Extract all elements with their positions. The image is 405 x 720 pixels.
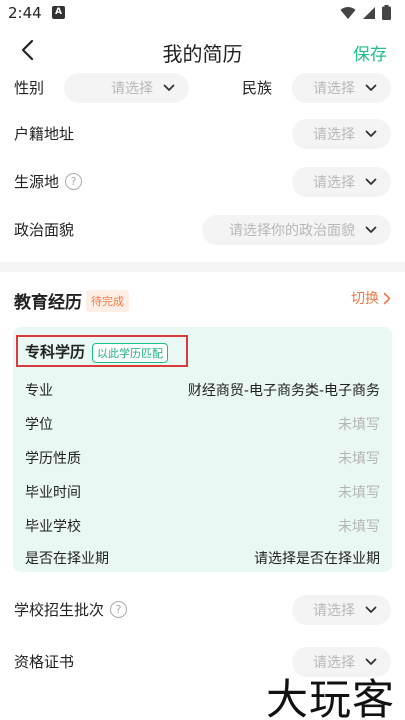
household-label: 户籍地址 [14,125,75,143]
card-row-job-period: 是否在择业期 请选择是否在择业期 [13,541,392,575]
chevron-down-icon [365,130,377,137]
education-card[interactable]: 专科学历 以此学历匹配 专业 财经商贸-电子商务类-电子商务 学位 未填写 学历… [13,327,392,572]
major-label: 专业 [25,383,53,399]
edu-type-label: 学历性质 [25,451,81,467]
switch-label: 切换 [351,291,379,307]
ethnicity-label: 民族 [242,79,273,97]
education-header: 教育经历 待完成 切换 [0,282,405,316]
grad-time-label: 毕业时间 [25,485,81,501]
nav-bar: 我的简历 保存 [0,26,405,74]
page-title: 我的简历 [162,42,243,66]
origin-label: 生源地 [14,173,60,191]
section-divider [0,262,405,272]
batch-label: 学校招生批次 [14,601,105,619]
ethnicity-select[interactable]: 请选择 [292,73,391,103]
card-row-school: 毕业学校 未填写 [13,509,392,543]
ethnicity-placeholder: 请选择 [313,81,355,97]
origin-select[interactable]: 请选择 [292,167,391,197]
battery-icon [382,5,391,20]
origin-label-group: 生源地 ? [14,171,83,192]
wifi-icon [340,6,356,19]
grad-time-value: 未填写 [338,485,380,501]
batch-row: 学校招生批次 ? 请选择 [0,590,405,630]
chevron-right-icon [383,292,391,304]
batch-label-group: 学校招生批次 ? [14,599,128,620]
batch-select[interactable]: 请选择 [292,595,391,625]
origin-placeholder: 请选择 [313,175,355,191]
education-title: 教育经历 [14,293,82,313]
gender-select[interactable]: 请选择 [64,73,189,103]
politics-placeholder: 请选择你的政治面貌 [229,223,355,239]
status-bar: 2:44 A [0,0,405,26]
degree-value: 未填写 [338,417,380,433]
politics-row: 政治面貌 请选择你的政治面貌 [0,210,405,250]
household-select[interactable]: 请选择 [292,119,391,149]
notification-icon: A [52,6,65,19]
job-period-value: 请选择是否在择业期 [254,551,380,567]
school-value: 未填写 [338,519,380,535]
household-row: 户籍地址 请选择 [0,114,405,154]
status-badge: 待完成 [86,290,129,312]
politics-label: 政治面貌 [14,221,75,239]
card-row-degree: 学位 未填写 [13,407,392,441]
chevron-down-icon [365,178,377,185]
chevron-down-icon [365,84,377,91]
chevron-down-icon [365,606,377,613]
chevron-down-icon [163,84,175,91]
degree-label: 学位 [25,417,53,433]
gender-ethnicity-row: 性别 请选择 民族 请选择 [0,68,405,108]
chevron-down-icon [365,658,377,665]
watermark-logo: 大玩客 [265,675,395,720]
gender-label: 性别 [14,79,45,97]
gender-placeholder: 请选择 [111,81,153,97]
batch-placeholder: 请选择 [313,603,355,619]
school-label: 毕业学校 [25,519,81,535]
politics-select[interactable]: 请选择你的政治面貌 [202,215,391,245]
help-icon[interactable]: ? [65,173,83,190]
match-badge: 以此学历匹配 [92,343,168,363]
status-time: 2:44 [8,4,42,22]
origin-row: 生源地 ? 请选择 [0,162,405,202]
certificate-label: 资格证书 [14,653,75,671]
edu-type-value: 未填写 [338,451,380,467]
card-row-edu-type: 学历性质 未填写 [13,441,392,475]
status-icons [340,5,391,20]
degree-title: 专科学历 [25,343,86,361]
help-icon[interactable]: ? [110,601,128,618]
signal-icon [363,6,375,19]
household-placeholder: 请选择 [313,127,355,143]
switch-button[interactable]: 切换 [351,288,391,308]
major-value: 财经商贸-电子商务类-电子商务 [187,383,380,399]
job-period-label: 是否在择业期 [25,551,109,567]
chevron-down-icon [365,226,377,233]
card-row-major: 专业 财经商贸-电子商务类-电子商务 [13,373,392,407]
save-button[interactable]: 保存 [353,40,387,65]
card-row-grad-time: 毕业时间 未填写 [13,475,392,509]
